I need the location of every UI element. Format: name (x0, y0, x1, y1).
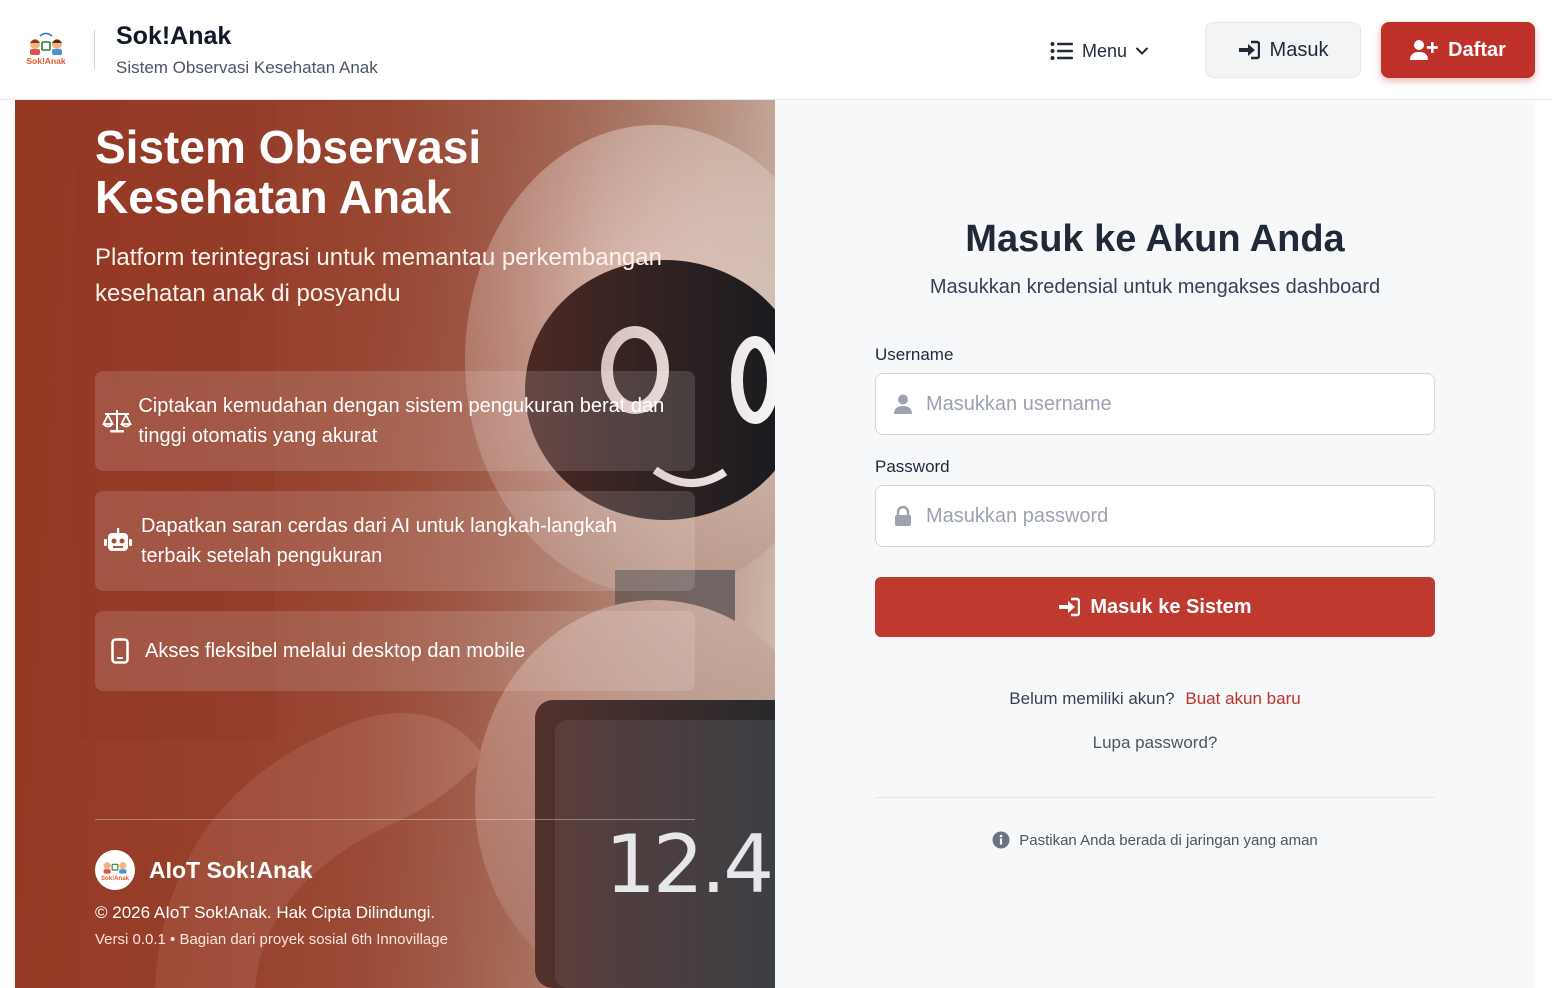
login-submit-label: Masuk ke Sistem (1090, 595, 1252, 618)
hero-title: Sistem Observasi Kesehatan Anak (95, 121, 482, 223)
feature-text-scale: Ciptakan kemudahan dengan sistem penguku… (138, 395, 665, 447)
header-login-button[interactable]: Masuk (1205, 22, 1361, 78)
scale-icon (95, 408, 138, 434)
hero-panel: 12.4 Sistem Observasi Kesehatan Anak Pla… (15, 100, 775, 988)
hero-content: 12.4 Sistem Observasi Kesehatan Anak Pla… (15, 100, 775, 988)
top-navbar: Sok!Anak Sok!Anak Sistem Observasi Keseh… (0, 0, 1552, 100)
password-label: Password (875, 457, 950, 476)
version-text: Versi 0.0.1 • Bagian dari proyek sosial … (95, 931, 448, 948)
feature-text-ai: Dapatkan saran cerdas dari AI untuk lang… (140, 515, 617, 567)
hero-subtitle: Platform terintegrasi untuk memantau per… (95, 244, 662, 307)
chevron-down-icon (1135, 47, 1149, 55)
lock-icon (876, 506, 924, 526)
username-field (875, 373, 1435, 435)
sign-in-icon (1059, 597, 1081, 617)
svg-text:Sok!Anak: Sok!Anak (101, 876, 130, 882)
scale-display-reading: 12.4 (605, 818, 774, 911)
user-icon (876, 394, 924, 414)
feature-card-ai: Dapatkan saran cerdas dari AI untuk lang… (95, 491, 695, 591)
header-login-label: Masuk (1269, 38, 1329, 61)
robot-icon (95, 528, 141, 554)
brand-divider (94, 30, 95, 70)
brand-logo[interactable]: Sok!Anak (18, 22, 74, 78)
feature-card-mobile: Akses fleksibel melalui desktop dan mobi… (95, 611, 695, 691)
sign-in-icon (1238, 40, 1260, 60)
password-field (875, 485, 1435, 547)
footer-brand: AIoT Sok!Anak (149, 857, 313, 883)
hero-divider (95, 819, 695, 820)
login-panel: Masuk ke Akun Anda Masukkan kredensial u… (775, 100, 1535, 988)
mobile-icon (95, 638, 145, 664)
user-plus-icon (1410, 40, 1438, 60)
forgot-password-link[interactable]: Lupa password? (775, 733, 1535, 753)
username-input[interactable] (924, 374, 1434, 434)
svg-text:Sok!Anak: Sok!Anak (26, 56, 65, 66)
sokanak-logo-icon: Sok!Anak (95, 850, 135, 890)
feature-text-mobile: Akses fleksibel melalui desktop dan mobi… (145, 640, 526, 662)
copyright-text: © 2026 AIoT Sok!Anak. Hak Cipta Dilindun… (95, 903, 436, 922)
feature-card-scale: Ciptakan kemudahan dengan sistem penguku… (95, 371, 695, 471)
header-register-label: Daftar (1448, 38, 1506, 61)
register-prompt-line: Belum memiliki akun? Buat akun baru (775, 689, 1535, 709)
list-icon (1050, 42, 1073, 60)
username-label: Username (875, 345, 954, 364)
menu-dropdown-button[interactable]: Menu (1050, 36, 1149, 66)
footer-logo: Sok!Anak (95, 850, 135, 890)
sokanak-logo-icon: Sok!Anak (19, 23, 73, 77)
brand-subtitle: Sistem Observasi Kesehatan Anak (116, 58, 378, 77)
secure-note-text: Pastikan Anda berada di jaringan yang am… (1019, 831, 1318, 849)
register-link[interactable]: Buat akun baru (1185, 689, 1300, 708)
secure-network-note: Pastikan Anda berada di jaringan yang am… (775, 831, 1535, 849)
login-divider (875, 797, 1435, 798)
brand-title[interactable]: Sok!Anak (116, 22, 231, 51)
login-subtitle: Masukkan kredensial untuk mengakses dash… (929, 276, 1381, 298)
login-title: Masuk ke Akun Anda (965, 218, 1345, 260)
menu-label: Menu (1082, 40, 1128, 61)
info-circle-icon (992, 831, 1010, 849)
password-input[interactable] (924, 486, 1434, 546)
header-register-button[interactable]: Daftar (1381, 22, 1535, 78)
login-submit-button[interactable]: Masuk ke Sistem (875, 577, 1435, 637)
register-prompt: Belum memiliki akun? (1009, 689, 1175, 708)
